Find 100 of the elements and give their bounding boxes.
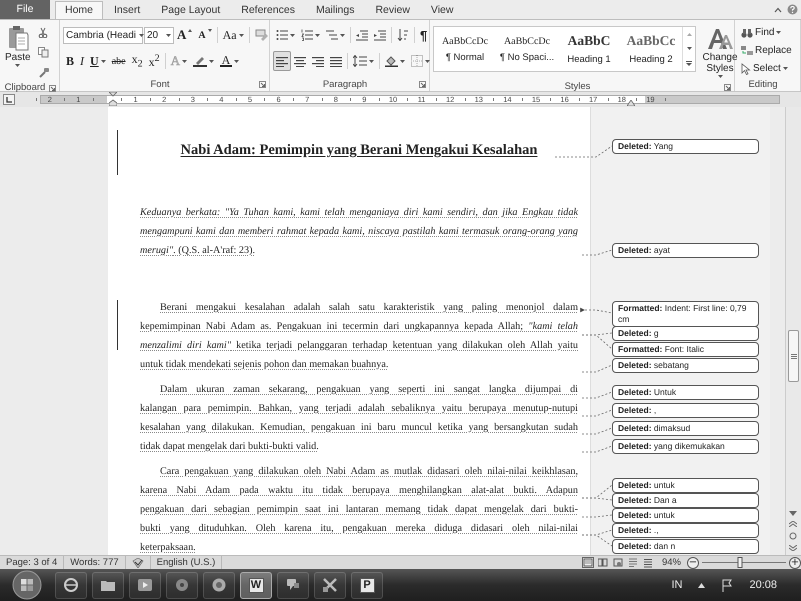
view-icon [598, 558, 608, 568]
outdent-icon [356, 29, 368, 41]
left-tab-icon [6, 96, 12, 102]
style-option[interactable]: AaBbCcDc ¶ Normal [434, 27, 496, 71]
subscript-button[interactable]: x$_{2}$ [128, 51, 146, 71]
strikethrough-button[interactable]: abe [108, 51, 129, 71]
font-size-field[interactable]: 20 [144, 26, 174, 44]
grow-font-button[interactable]: A [174, 25, 196, 45]
slider-thumb[interactable] [737, 557, 742, 568]
ribbon-tab[interactable]: View [420, 1, 464, 19]
show-marks-button[interactable]: ¶ [417, 25, 430, 45]
shrink-font-button[interactable]: A [195, 25, 215, 45]
ribbon-tab[interactable]: Review [365, 1, 420, 19]
caret-icon [238, 34, 244, 36]
leader-line [582, 250, 612, 256]
view-button[interactable] [596, 557, 609, 568]
align-left-button[interactable] [273, 51, 291, 71]
paragraph: Cara pengakuan yang dilakukan oleh Nabi Adam as mutlak didasari oleh nilai-nilai keikhlasan, karena Nabi Adam pada waktu itu tidak berupaya menghilangkan alat-alat bukti. Adapun pengakuan dari sebagian pemimpin saat ini lantaran memang tidak dapat mengelak dari bukti- bukti yang dituduhkan. Oleh karena itu, pengakuan mereka diduga didasari oleh nilai-nilai keterpaksaan. [140, 465, 578, 555]
superscript-button[interactable]: x$^{2}$ [146, 51, 163, 71]
font-name-field[interactable]: Cambria (Headi [63, 26, 143, 44]
taskbar-app[interactable] [129, 572, 161, 598]
caret-icon [782, 67, 788, 70]
bullet-list-icon [276, 29, 288, 41]
lines-icon [276, 56, 288, 66]
comment-balloon: Deleted: ayat [612, 243, 759, 258]
taskbar-app[interactable] [55, 572, 87, 598]
paste-button[interactable]: Paste [3, 22, 33, 82]
ribbon-tab[interactable]: Home [55, 1, 104, 19]
tab-selector-button[interactable] [3, 94, 15, 105]
caret-icon [718, 75, 722, 78]
underline-button[interactable]: U [87, 51, 109, 71]
change-case-button[interactable]: Aa [220, 25, 247, 45]
comment-balloon: Deleted: untuk [612, 508, 759, 523]
view-icon [612, 558, 623, 568]
comment-balloon: Deleted: untuk [612, 478, 759, 493]
caret-icon [100, 60, 106, 62]
caret-icon [182, 60, 187, 62]
ribbon-tab[interactable]: Mailings [306, 1, 364, 19]
clock[interactable]: 20:08 [749, 579, 777, 591]
zoom-in-button[interactable]: + [789, 556, 801, 568]
dialog-launcher-icon [419, 81, 426, 88]
more-styles-icon [686, 60, 692, 66]
style-option[interactable]: AaBbC Heading 1 [558, 27, 620, 71]
view-button[interactable] [642, 557, 654, 568]
play-icon [137, 577, 153, 593]
taskbar-app[interactable]: P [351, 572, 383, 598]
dialog-launcher-icon [259, 81, 266, 88]
caret-icon [340, 34, 345, 36]
zoom-level[interactable]: 94% [662, 557, 687, 568]
style-option[interactable]: AaBbCcDc ¶ No Spaci... [496, 27, 558, 71]
view-icon [628, 558, 638, 568]
view-icon [582, 558, 593, 568]
font-color-button[interactable]: A [216, 51, 242, 71]
comment-balloon: Deleted: Yang [612, 139, 759, 154]
brush-icon [38, 66, 49, 78]
paragraph: Berani mengakui kesalahan adalah salah satu karakteristik yang paling menonjol dalam kepemimpinan Nabi Adam as. Pengakuan ini tecermin dari ungkapannya kepada Allah; "kami telah menzalimi diri kami" ketika terjadi pelanggaran terhadap ketentuan yang dilakukan oleh Allah yaitu untuk tidak mendekati sejenis pohon dan memakan buahnya. [140, 301, 578, 372]
comment-balloon: Deleted: Dan a [612, 493, 759, 508]
scrollbar-thumb[interactable] [788, 330, 799, 382]
taskbar-app[interactable] [166, 572, 198, 598]
binoculars-icon [741, 28, 753, 38]
file-tab[interactable]: File [0, 0, 50, 19]
cursor-icon [741, 62, 751, 74]
ribbon-tab[interactable]: References [231, 1, 305, 19]
zoom-slider[interactable] [702, 557, 786, 568]
leader-line [582, 410, 612, 416]
taskbar-app[interactable] [277, 572, 309, 598]
comment-balloon: Formatted: Font: Italic [612, 342, 759, 357]
ribbon-tab[interactable]: Page Layout [151, 1, 230, 19]
comment-balloon: Deleted: , [612, 403, 759, 418]
bold-button[interactable]: B [63, 51, 78, 71]
numbered-list-icon [301, 29, 313, 41]
replace-icon [741, 45, 753, 56]
taskbar-app[interactable] [92, 572, 124, 598]
caret-icon [315, 34, 320, 36]
view-button[interactable] [582, 557, 594, 568]
scroll-down-icon [686, 46, 692, 50]
input-language[interactable]: IN [671, 579, 682, 591]
line-spacing-icon [353, 55, 367, 67]
caret-icon [139, 34, 144, 36]
view-button[interactable] [612, 557, 624, 568]
show-hidden-icons-icon [698, 582, 706, 588]
small-caret-icon [188, 29, 192, 32]
taskbar-app[interactable] [314, 572, 346, 598]
taskbar-app[interactable]: W [240, 572, 272, 598]
multilevel-list-icon [326, 29, 338, 41]
view-button[interactable] [626, 557, 639, 568]
caret-icon [425, 60, 430, 62]
scroll-up-icon [686, 32, 692, 36]
group-label: Editing [748, 79, 778, 90]
taskbar-app[interactable] [203, 572, 235, 598]
leader-line [582, 428, 612, 434]
document-title: Nabi Adam: Pemimpin yang Berani Mengakui Kesalahan [180, 141, 538, 160]
disc-icon [174, 577, 190, 593]
proofing-icon [132, 558, 144, 568]
help-icon [787, 4, 798, 15]
view-icon [642, 558, 653, 568]
style-option[interactable]: AaBbCc Heading 2 [620, 27, 682, 71]
ribbon-tab[interactable]: Insert [104, 1, 150, 19]
zoom-out-button[interactable]: − [687, 556, 699, 568]
italic-button[interactable]: I [77, 51, 88, 71]
